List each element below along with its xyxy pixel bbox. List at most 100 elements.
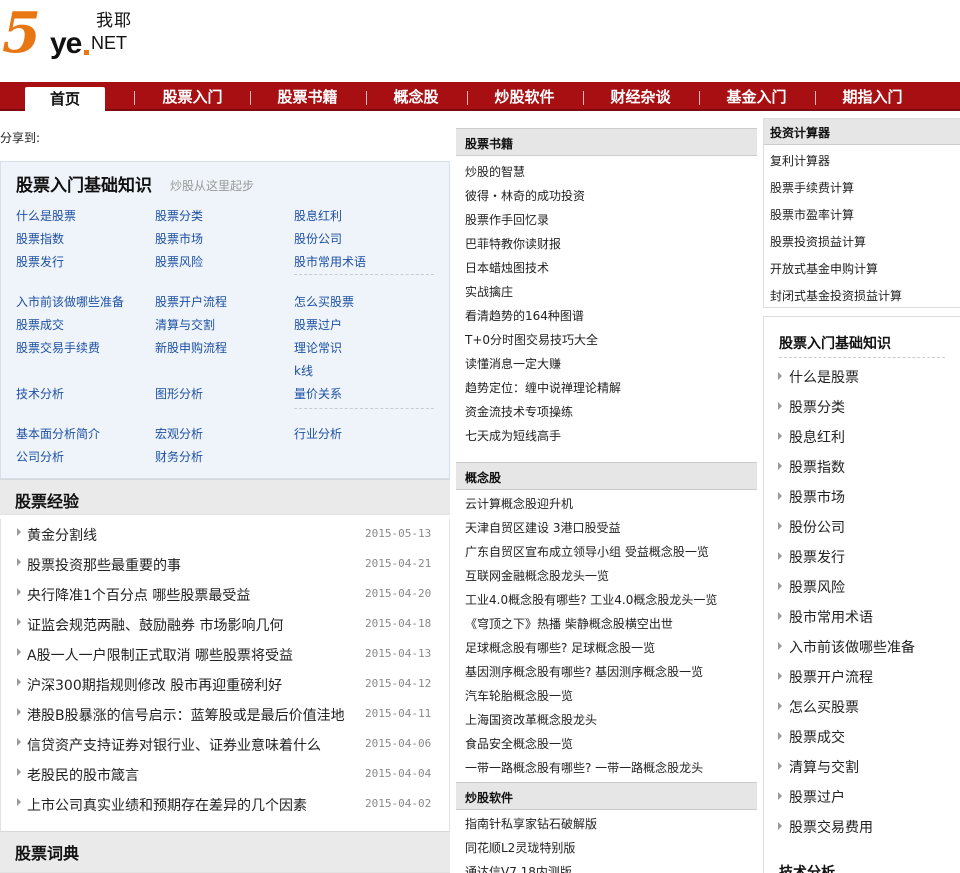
article-title[interactable]: 央行降准1个百分点 哪些股票最受益 bbox=[27, 585, 250, 605]
calculator-link[interactable]: 封闭式基金投资损益计算 bbox=[770, 287, 902, 304]
nav-item-concept-stocks[interactable]: 概念股 bbox=[376, 82, 456, 111]
link-item[interactable]: 彼得・林奇的成功投资 bbox=[465, 187, 585, 204]
article-title[interactable]: 老股民的股市箴言 bbox=[27, 765, 139, 785]
link-item[interactable]: 互联网金融概念股龙头一览 bbox=[465, 567, 609, 584]
calculator-link[interactable]: 股票市盈率计算 bbox=[770, 206, 854, 223]
basics-link[interactable]: 股息红利 bbox=[294, 207, 342, 224]
nav-item-futures-intro[interactable]: 期指入门 bbox=[825, 82, 920, 111]
nav-item-stock-intro[interactable]: 股票入门 bbox=[145, 82, 240, 111]
link-item[interactable]: 通达信V7.18内测版 bbox=[465, 863, 572, 873]
link-item[interactable]: 日本蜡烛图技术 bbox=[465, 259, 549, 276]
link-item[interactable]: T+0分时图交易技巧大全 bbox=[465, 331, 598, 348]
list-item[interactable]: A股一人一户限制正式取消 哪些股票将受益 2015-04-13 bbox=[1, 639, 449, 669]
basics-link[interactable]: 基本面分析简介 bbox=[16, 425, 100, 442]
article-title[interactable]: 黄金分割线 bbox=[27, 525, 97, 545]
item-label[interactable]: 股息红利 bbox=[789, 427, 845, 447]
item-label[interactable]: 股票指数 bbox=[789, 457, 845, 477]
calculator-link[interactable]: 复利计算器 bbox=[770, 152, 830, 169]
link-item[interactable]: 同花顺L2灵珑特别版 bbox=[465, 839, 575, 856]
list-item[interactable]: 上市公司真实业绩和预期存在差异的几个因素 2015-04-02 bbox=[1, 789, 449, 819]
link-item[interactable]: 云计算概念股迎升机 bbox=[465, 495, 573, 512]
article-title[interactable]: 沪深300期指规则修改 股市再迎重磅利好 bbox=[27, 675, 282, 695]
item-label[interactable]: 股票过户 bbox=[789, 787, 845, 807]
item-label[interactable]: 股票成交 bbox=[789, 727, 845, 747]
item-label[interactable]: 股票风险 bbox=[789, 577, 845, 597]
link-item[interactable]: 工业4.0概念股有哪些? 工业4.0概念股龙头一览 bbox=[465, 591, 717, 608]
basics-link[interactable]: k线 bbox=[294, 362, 313, 379]
link-item[interactable]: 足球概念股有哪些? 足球概念股一览 bbox=[465, 639, 655, 656]
item-label[interactable]: 股票开户流程 bbox=[789, 667, 873, 687]
list-item[interactable]: 股票投资那些最重要的事 2015-04-21 bbox=[1, 549, 449, 579]
nav-item-finance-misc[interactable]: 财经杂谈 bbox=[593, 82, 688, 111]
nav-item-home[interactable]: 首页 bbox=[25, 87, 105, 111]
item-label[interactable]: 股票交易费用 bbox=[789, 817, 873, 837]
article-title[interactable]: 股票投资那些最重要的事 bbox=[27, 555, 181, 575]
list-item[interactable]: 老股民的股市箴言 2015-04-04 bbox=[1, 759, 449, 789]
list-item[interactable]: 央行降准1个百分点 哪些股票最受益 2015-04-20 bbox=[1, 579, 449, 609]
link-item[interactable]: 指南针私享家钻石破解版 bbox=[465, 815, 597, 832]
basics-link[interactable]: 股票风险 bbox=[155, 253, 203, 270]
link-item[interactable]: 汽车轮胎概念股一览 bbox=[465, 687, 573, 704]
item-label[interactable]: 怎么买股票 bbox=[789, 697, 859, 717]
basics-link[interactable]: 股份公司 bbox=[294, 230, 342, 247]
basics-link[interactable]: 股票分类 bbox=[155, 207, 203, 224]
basics-link[interactable]: 新股申购流程 bbox=[155, 339, 227, 356]
calculator-link[interactable]: 股票手续费计算 bbox=[770, 179, 854, 196]
article-title[interactable]: A股一人一户限制正式取消 哪些股票将受益 bbox=[27, 645, 293, 665]
calculator-link[interactable]: 开放式基金申购计算 bbox=[770, 260, 878, 277]
calculator-link[interactable]: 股票投资损益计算 bbox=[770, 233, 866, 250]
basics-link[interactable]: 什么是股票 bbox=[16, 207, 76, 224]
basics-link[interactable]: 股票发行 bbox=[16, 253, 64, 270]
link-item[interactable]: 看清趋势的164种图谱 bbox=[465, 307, 584, 324]
item-label[interactable]: 股票市场 bbox=[789, 487, 845, 507]
basics-link[interactable]: 技术分析 bbox=[16, 385, 64, 402]
basics-link[interactable]: 量价关系 bbox=[294, 385, 342, 402]
nav-item-trading-software[interactable]: 炒股软件 bbox=[477, 82, 572, 111]
link-item[interactable]: 食品安全概念股一览 bbox=[465, 735, 573, 752]
list-item[interactable]: 沪深300期指规则修改 股市再迎重磅利好 2015-04-12 bbox=[1, 669, 449, 699]
basics-link[interactable]: 股票过户 bbox=[294, 316, 342, 333]
article-title[interactable]: 证监会规范两融、鼓励融券 市场影响几何 bbox=[27, 615, 283, 635]
basics-link[interactable]: 入市前该做哪些准备 bbox=[16, 293, 124, 310]
basics-link[interactable]: 公司分析 bbox=[16, 448, 64, 465]
link-item[interactable]: 炒股的智慧 bbox=[465, 163, 525, 180]
link-item[interactable]: 上海国资改革概念股龙头 bbox=[465, 711, 597, 728]
list-item[interactable]: 黄金分割线 2015-05-13 bbox=[1, 519, 449, 549]
item-label[interactable]: 什么是股票 bbox=[789, 367, 859, 387]
link-item[interactable]: 巴菲特教你读财报 bbox=[465, 235, 561, 252]
basics-link[interactable]: 股票开户流程 bbox=[155, 293, 227, 310]
link-item[interactable]: 基因测序概念股有哪些? 基因测序概念股一览 bbox=[465, 663, 703, 680]
basics-link[interactable]: 行业分析 bbox=[294, 425, 342, 442]
basics-link[interactable]: 财务分析 bbox=[155, 448, 203, 465]
link-item[interactable]: 七天成为短线高手 bbox=[465, 427, 561, 444]
basics-link[interactable]: 怎么买股票 bbox=[294, 293, 354, 310]
site-logo[interactable]: 5 ye NET 我耶 bbox=[0, 0, 150, 70]
nav-item-stock-books[interactable]: 股票书籍 bbox=[260, 82, 355, 111]
basics-link[interactable]: 股市常用术语 bbox=[294, 253, 366, 270]
article-title[interactable]: 港股B股暴涨的信号启示：蓝筹股或是最后价值洼地 bbox=[27, 705, 345, 725]
link-item[interactable]: 趋势定位：缠中说禅理论精解 bbox=[465, 379, 621, 396]
item-label[interactable]: 股票发行 bbox=[789, 547, 845, 567]
item-label[interactable]: 清算与交割 bbox=[789, 757, 859, 777]
link-item[interactable]: 读懂消息一定大赚 bbox=[465, 355, 561, 372]
basics-link[interactable]: 股票市场 bbox=[155, 230, 203, 247]
list-item[interactable]: 港股B股暴涨的信号启示：蓝筹股或是最后价值洼地 2015-04-11 bbox=[1, 699, 449, 729]
list-item[interactable]: 证监会规范两融、鼓励融券 市场影响几何 2015-04-18 bbox=[1, 609, 449, 639]
link-item[interactable]: 实战擒庄 bbox=[465, 283, 513, 300]
item-label[interactable]: 股市常用术语 bbox=[789, 607, 873, 627]
nav-item-fund-intro[interactable]: 基金入门 bbox=[709, 82, 804, 111]
item-label[interactable]: 入市前该做哪些准备 bbox=[789, 637, 915, 657]
basics-link[interactable]: 股票交易手续费 bbox=[16, 339, 100, 356]
basics-link[interactable]: 清算与交割 bbox=[155, 316, 215, 333]
link-item[interactable]: 股票作手回忆录 bbox=[465, 211, 549, 228]
list-item[interactable]: 信贷资产支持证券对银行业、证券业意味着什么 2015-04-06 bbox=[1, 729, 449, 759]
article-title[interactable]: 信贷资产支持证券对银行业、证券业意味着什么 bbox=[27, 735, 321, 755]
basics-link[interactable]: 理论常识 bbox=[294, 339, 342, 356]
link-item[interactable]: 天津自贸区建设 3港口股受益 bbox=[465, 519, 620, 536]
basics-link[interactable]: 宏观分析 bbox=[155, 425, 203, 442]
basics-link[interactable]: 图形分析 bbox=[155, 385, 203, 402]
article-title[interactable]: 上市公司真实业绩和预期存在差异的几个因素 bbox=[27, 795, 307, 815]
basics-link[interactable]: 股票成交 bbox=[16, 316, 64, 333]
link-item[interactable]: 资金流技术专项操练 bbox=[465, 403, 573, 420]
basics-link[interactable]: 股票指数 bbox=[16, 230, 64, 247]
